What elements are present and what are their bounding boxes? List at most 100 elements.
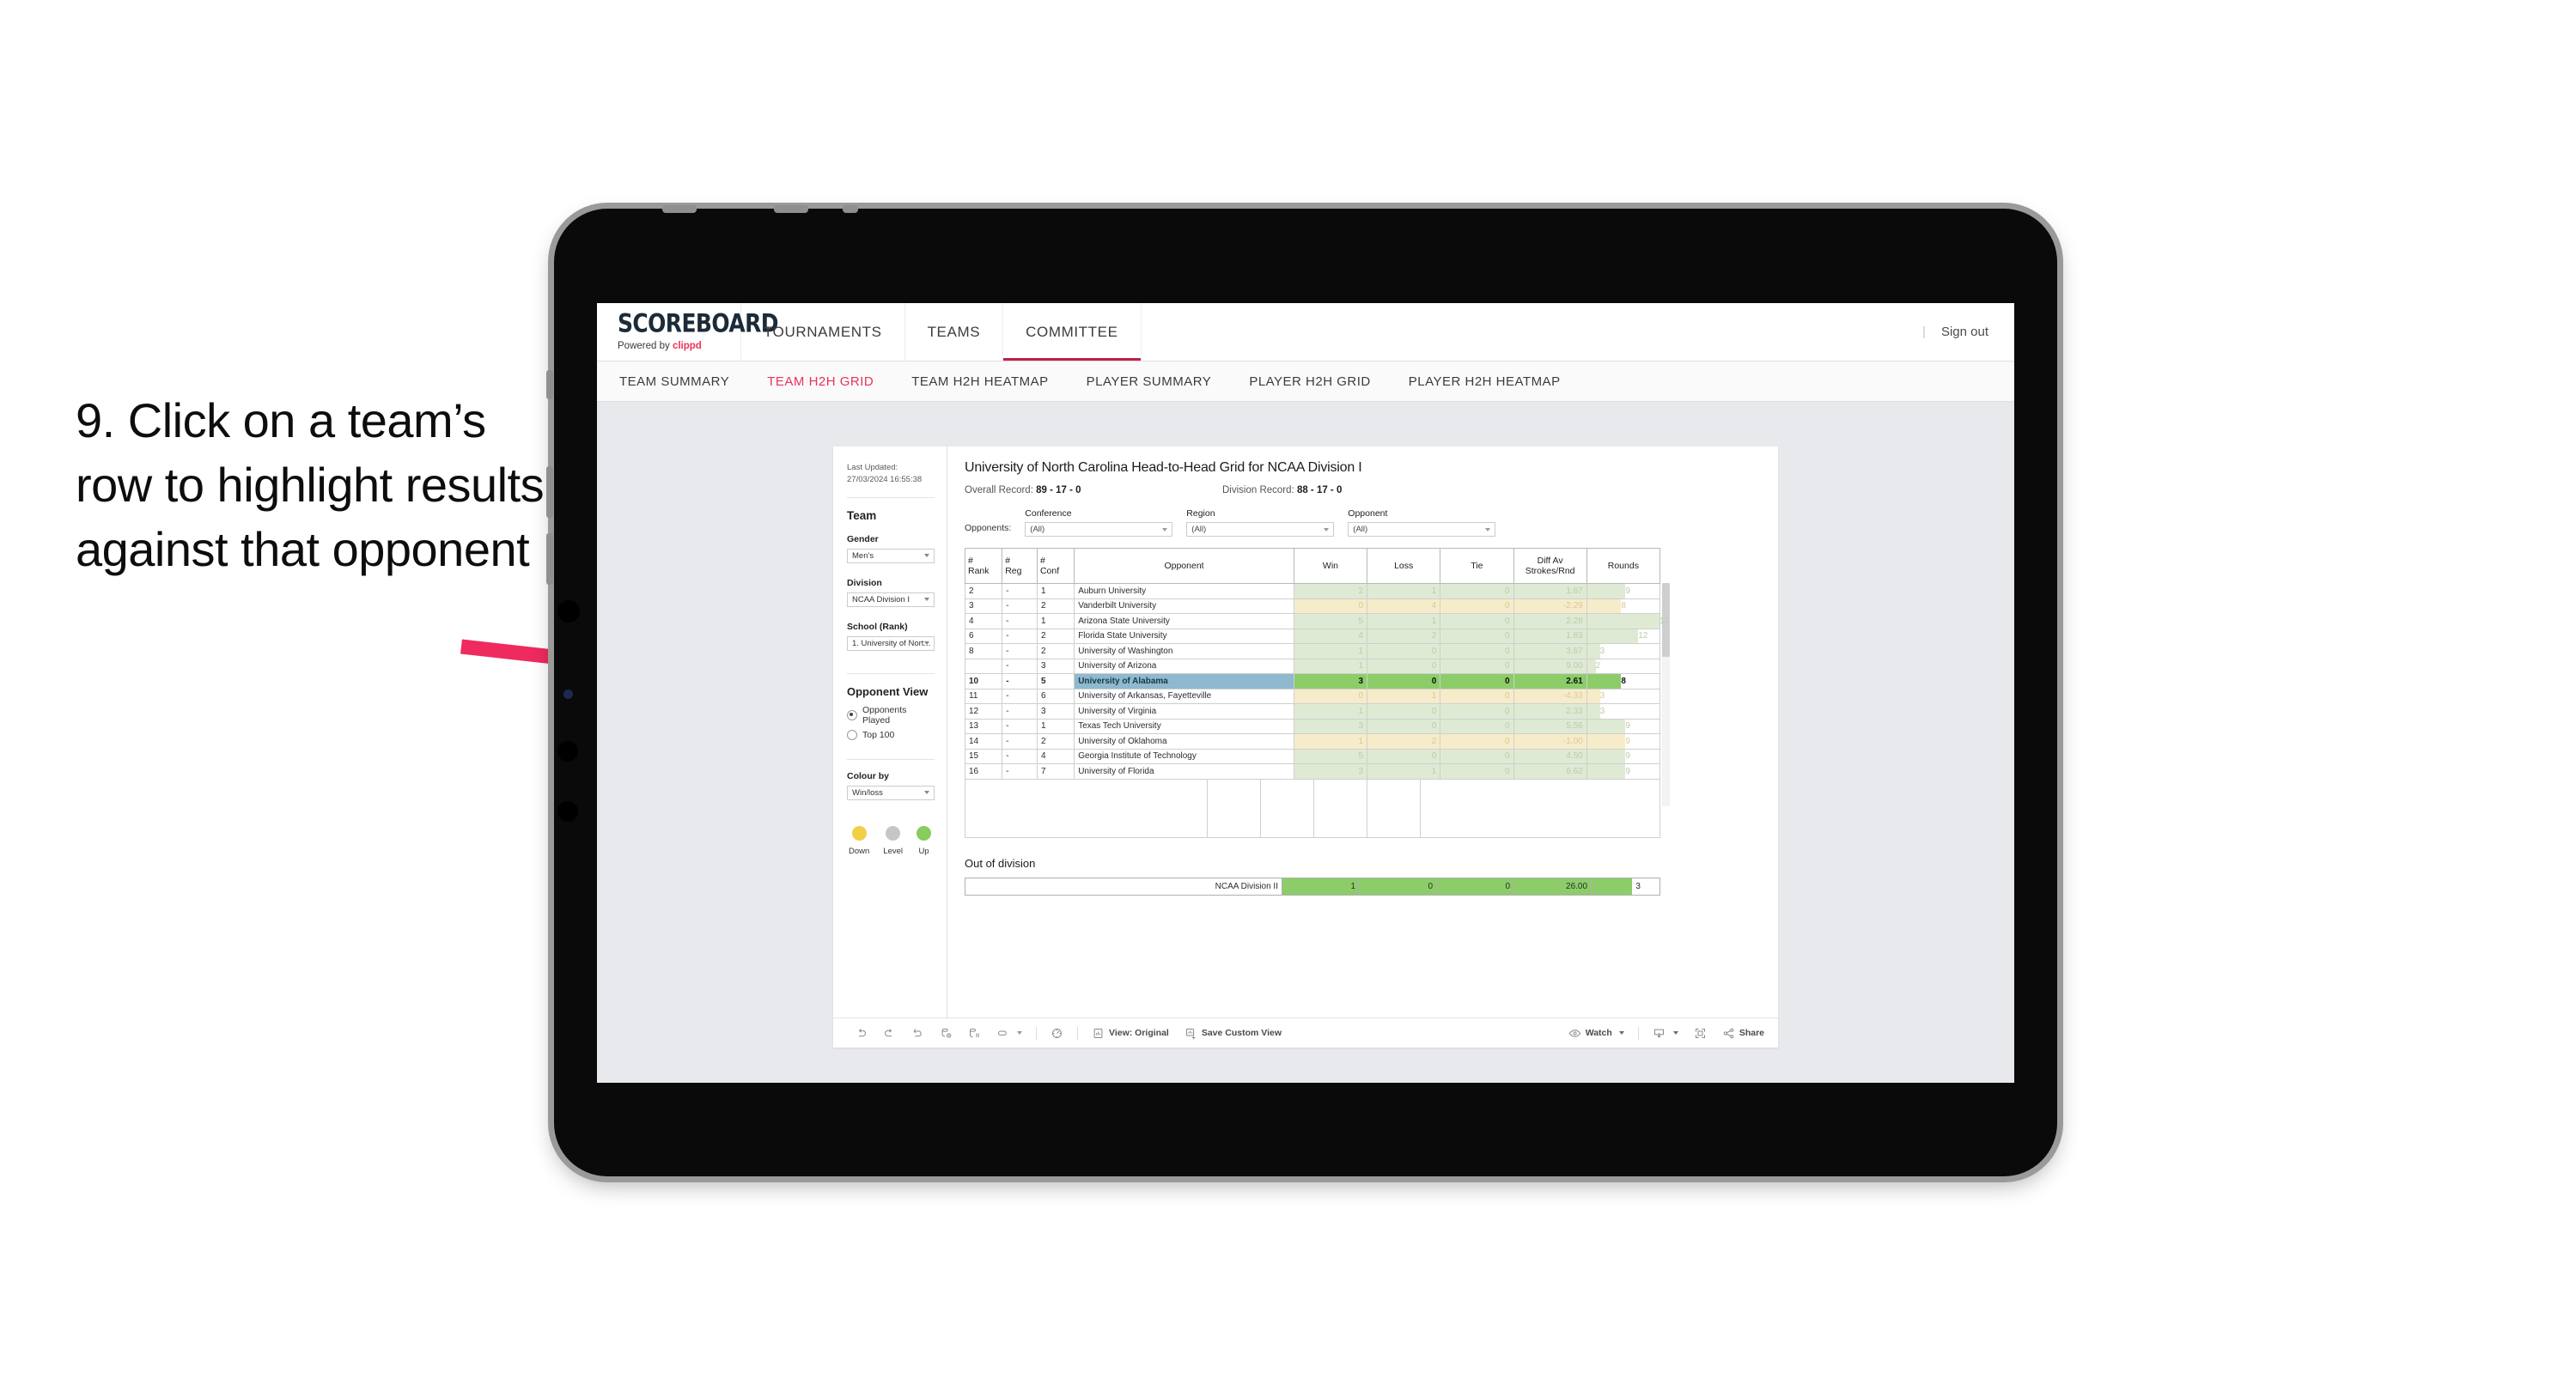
radio-icon: [847, 729, 857, 740]
division-value: NCAA Division I: [852, 594, 910, 604]
cell-conf: 2: [1036, 643, 1075, 659]
subnav-team-h2h-heatmap[interactable]: TEAM H2H HEATMAP: [911, 374, 1048, 389]
blank-cell: [1421, 780, 1474, 837]
watch-button[interactable]: Watch: [1561, 1027, 1632, 1040]
app-logo[interactable]: SCOREBOARD Powered by clippd: [597, 303, 779, 361]
legend-label-level: Level: [883, 846, 904, 856]
header-diff[interactable]: Diff Av Strokes/Rnd: [1513, 548, 1587, 584]
subnav-team-h2h-grid[interactable]: TEAM H2H GRID: [767, 374, 874, 389]
fullscreen-button[interactable]: [1686, 1027, 1714, 1040]
header-conf[interactable]: # Conf: [1036, 548, 1075, 584]
cell-conf: 3: [1036, 658, 1075, 674]
cell-loss: 0: [1367, 703, 1441, 720]
device-speaker-1: [662, 205, 697, 213]
table-row[interactable]: 6-2 Florida State University 4 2 0 1.83 12: [964, 628, 1661, 644]
nav-tournaments[interactable]: TOURNAMENTS: [741, 303, 905, 361]
cell-rank: 10: [964, 673, 1003, 689]
download-button[interactable]: [1645, 1027, 1686, 1040]
filter-divider-3: [847, 758, 935, 760]
header-rounds[interactable]: Rounds: [1586, 548, 1661, 584]
header-tie[interactable]: Tie: [1440, 548, 1514, 584]
header-opponent[interactable]: Opponent: [1074, 548, 1294, 584]
subnav-player-summary[interactable]: PLAYER SUMMARY: [1087, 374, 1212, 389]
radio-opponents-played[interactable]: Opponents Played: [847, 705, 935, 726]
cell-conf: 7: [1036, 763, 1075, 780]
table-row[interactable]: 2-1 Auburn University 2 1 0 1.67 9: [964, 583, 1661, 599]
region-select[interactable]: (All): [1186, 522, 1335, 537]
ood-name: NCAA Division II: [965, 877, 1282, 896]
header-loss[interactable]: Loss: [1367, 548, 1441, 584]
cell-loss: 1: [1367, 688, 1441, 704]
division-select[interactable]: NCAA Division I: [847, 592, 935, 607]
header-win[interactable]: Win: [1293, 548, 1368, 584]
rounds-value: 8: [1621, 601, 1626, 611]
table-row[interactable]: 12-3 University of Virginia 1 0 0 2.33 3: [964, 703, 1661, 720]
colour-by-select[interactable]: Win/loss: [847, 785, 935, 800]
cell-tie: 0: [1440, 613, 1514, 629]
subnav-team-summary[interactable]: TEAM SUMMARY: [619, 374, 729, 389]
table-row[interactable]: 10-5 University of Alabama 3 0 0 2.61 8: [964, 673, 1661, 689]
h2h-grid-table: # Rank # Reg # Conf Opponent Win Loss Ti…: [964, 548, 1669, 780]
chevron-down-icon: [1485, 527, 1491, 532]
cell-reg: -: [1002, 643, 1038, 659]
cell-rank: 6: [964, 628, 1003, 644]
highlight-button[interactable]: [989, 1027, 1030, 1040]
rounds-value: 8: [1621, 676, 1626, 686]
undo-button[interactable]: [847, 1027, 875, 1040]
conference-select[interactable]: (All): [1025, 522, 1173, 537]
cell-win: 0: [1293, 598, 1368, 614]
rounds-value: 2: [1595, 661, 1601, 671]
performance-button[interactable]: [1043, 1027, 1071, 1040]
cell-rank: 15: [964, 748, 1003, 764]
gender-select[interactable]: Men’s: [847, 548, 935, 563]
cell-conf: 2: [1036, 733, 1075, 750]
instruction-caption: 9. Click on a team’s row to highlight re…: [76, 393, 545, 577]
nav-committee[interactable]: COMMITTEE: [1003, 303, 1142, 361]
cell-rank: 8: [964, 643, 1003, 659]
redo-button[interactable]: [875, 1027, 904, 1040]
revert-button[interactable]: [904, 1027, 932, 1040]
share-button[interactable]: Share: [1714, 1027, 1778, 1040]
header-divider: |: [1922, 325, 1926, 339]
cell-rank: 11: [964, 688, 1003, 704]
table-row[interactable]: 4-1 Arizona State University 5 1 0 2.28 17: [964, 613, 1669, 629]
table-row[interactable]: 14-2 University of Oklahoma 1 2 0 -1.00 9: [964, 733, 1661, 750]
pause-updates-button[interactable]: [960, 1027, 989, 1040]
table-row[interactable]: NCAA Division II 1 0 0 26.00 3: [965, 877, 1660, 896]
cell-opponent: University of Florida: [1074, 763, 1294, 780]
cell-rounds: 9: [1586, 718, 1661, 734]
grid-blank-area: [965, 779, 1660, 838]
header-reg[interactable]: # Reg: [1002, 548, 1038, 584]
cell-diff: -2.29: [1513, 598, 1587, 614]
school-select[interactable]: 1. University of Nort...: [847, 635, 935, 651]
table-row[interactable]: 13-1 Texas Tech University 3 0 0 5.56 9: [964, 718, 1661, 734]
school-label: School (Rank): [847, 621, 908, 632]
nav-teams[interactable]: TEAMS: [905, 303, 1004, 361]
cell-reg: -: [1002, 613, 1038, 629]
refresh-data-button[interactable]: [932, 1027, 960, 1040]
toolbar-divider-3: [1637, 1026, 1639, 1040]
table-row[interactable]: 3-2 Vanderbilt University 0 4 0 -2.29 8: [964, 598, 1661, 614]
table-row[interactable]: 8-2 University of Washington 1 0 0 3.67 3: [964, 643, 1661, 659]
opponent-select[interactable]: (All): [1348, 522, 1496, 537]
view-original-button[interactable]: View: Original: [1084, 1027, 1177, 1040]
table-row[interactable]: 15-4 Georgia Institute of Technology 5 0 0 4.…: [964, 748, 1661, 764]
table-row[interactable]: 16-7 University of Florida 3 1 0 6.62 9: [964, 763, 1661, 780]
cell-rank: 3: [964, 598, 1003, 614]
subnav-player-h2h-grid[interactable]: PLAYER H2H GRID: [1249, 374, 1370, 389]
header-rank[interactable]: # Rank: [964, 548, 1003, 584]
cell-diff: 2.33: [1513, 703, 1587, 720]
region-value: (All): [1191, 525, 1207, 534]
cell-reg: -: [1002, 763, 1038, 780]
cell-win: 3: [1293, 673, 1368, 689]
rounds-value: 9: [1625, 586, 1630, 596]
rounds-bar: [1586, 584, 1626, 598]
cell-tie: 0: [1440, 583, 1514, 599]
save-custom-view-button[interactable]: Save Custom View: [1177, 1027, 1289, 1040]
cell-rounds: 9: [1586, 583, 1661, 599]
table-row[interactable]: -3 University of Arizona 1 0 0 9.00 2: [964, 658, 1661, 674]
table-row[interactable]: 11-6 University of Arkansas, Fayetteville…: [964, 688, 1661, 704]
radio-top-100[interactable]: Top 100: [847, 729, 935, 740]
subnav-player-h2h-heatmap[interactable]: PLAYER H2H HEATMAP: [1409, 374, 1561, 389]
sign-out-link[interactable]: Sign out: [1941, 325, 1988, 339]
